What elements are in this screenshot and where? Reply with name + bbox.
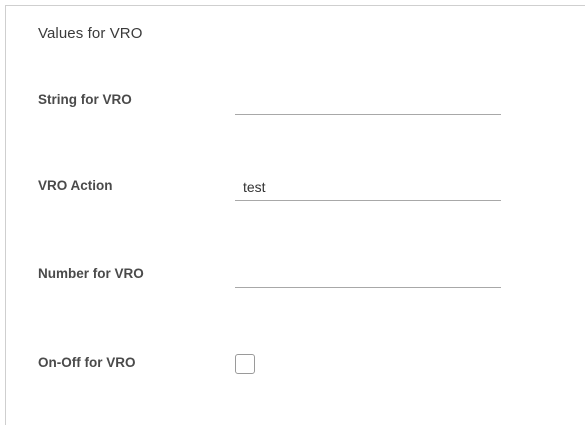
form-panel: Values for VRO String for VRO VRO Action… [5, 5, 585, 425]
vro-action-input[interactable] [235, 173, 501, 201]
section-title: Values for VRO [38, 25, 143, 42]
string-for-vro-input[interactable] [235, 87, 501, 115]
number-for-vro-label: Number for VRO [38, 266, 144, 281]
vro-action-label: VRO Action [38, 178, 113, 193]
number-for-vro-input[interactable] [235, 260, 501, 288]
on-off-for-vro-label: On-Off for VRO [38, 355, 136, 370]
string-for-vro-label: String for VRO [38, 92, 132, 107]
on-off-for-vro-checkbox[interactable] [235, 354, 255, 374]
